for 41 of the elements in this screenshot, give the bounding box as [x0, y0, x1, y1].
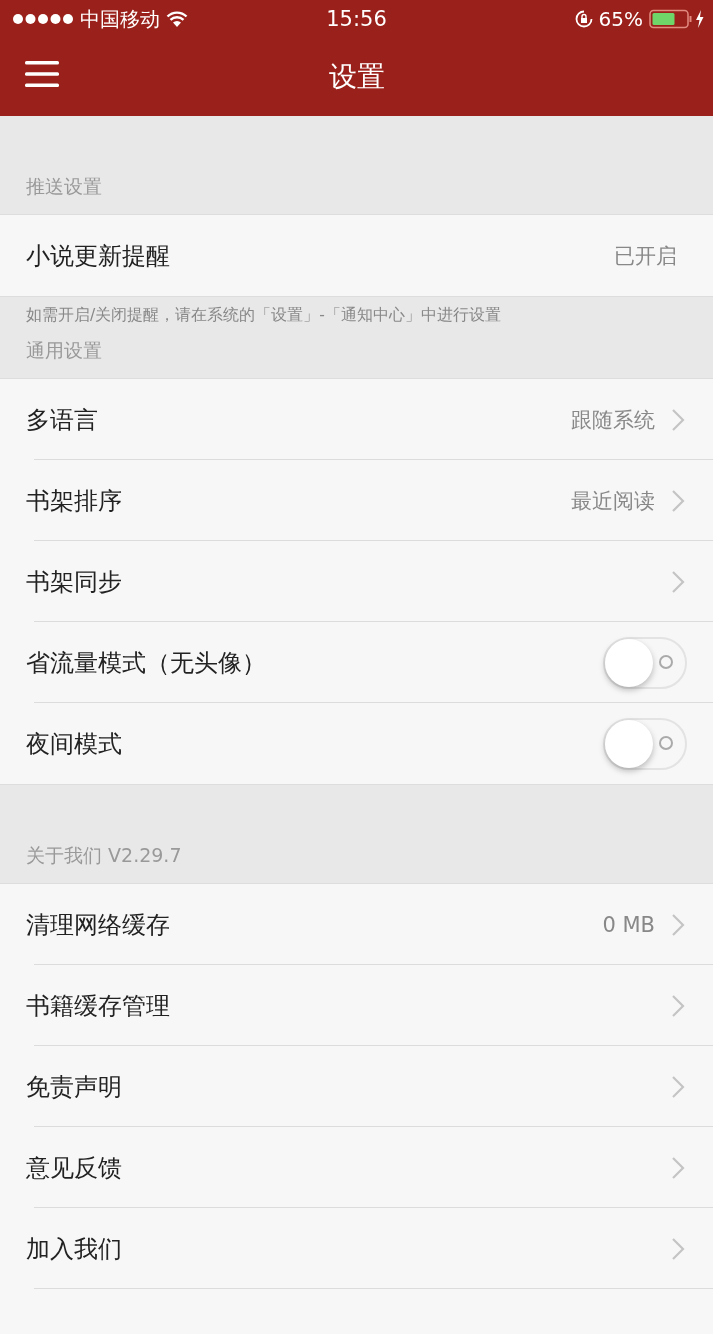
row-value: 跟随系统 [571, 406, 655, 434]
settings-row[interactable]: 书籍缓存管理 [0, 965, 713, 1046]
section-header: 关于我们 V2.29.7 [26, 844, 182, 866]
section-header: 推送设置 [26, 175, 102, 197]
settings-row[interactable]: 小说更新提醒 已开启 [0, 215, 713, 296]
row-value: 最近阅读 [571, 487, 655, 515]
row-label: 小说更新提醒 [26, 240, 171, 272]
settings-row[interactable]: 加入我们 [0, 1208, 713, 1289]
row-label: 省流量模式（无头像） [26, 647, 267, 679]
carrier-name: 中国移动 [80, 5, 160, 33]
battery-charging-icon [649, 9, 705, 29]
hint-text: 如需开启/关闭提醒，请在系统的「设置」-「通知中心」中进行设置 [26, 306, 501, 324]
row-label: 夜间模式 [26, 728, 123, 760]
page-title: 设置 [328, 59, 385, 95]
section-header: 通用设置 [26, 339, 102, 361]
row-label: 免责声明 [26, 1071, 123, 1103]
settings-row[interactable]: 清理网络缓存 0 MB [0, 884, 713, 965]
row-label: 意见反馈 [26, 1152, 123, 1184]
clock-time: 15:56 [326, 7, 387, 31]
row-label: 多语言 [26, 404, 99, 436]
settings-row[interactable]: 省流量模式（无头像） [0, 622, 713, 703]
settings-row[interactable]: 夜间模式 [0, 703, 713, 784]
signal-icon [12, 13, 74, 25]
row-label: 加入我们 [26, 1233, 123, 1265]
settings-row[interactable]: 书架排序 最近阅读 [0, 460, 713, 541]
toggle-switch[interactable] [603, 636, 687, 689]
settings-row[interactable]: 多语言 跟随系统 [0, 379, 713, 460]
battery-percent: 65% [598, 7, 643, 31]
toggle-switch[interactable] [603, 717, 687, 770]
wifi-icon [166, 11, 188, 27]
settings-row[interactable]: 意见反馈 [0, 1127, 713, 1208]
menu-button[interactable] [25, 60, 59, 88]
row-label: 书架同步 [26, 566, 123, 598]
row-value: 0 MB [602, 912, 655, 937]
rotation-lock-icon [574, 10, 593, 28]
settings-row[interactable]: 免责声明 [0, 1046, 713, 1127]
row-label: 书架排序 [26, 485, 123, 517]
row-value: 已开启 [614, 242, 677, 270]
row-label: 清理网络缓存 [26, 909, 171, 941]
row-label: 书籍缓存管理 [26, 990, 171, 1022]
settings-row[interactable]: 书架同步 [0, 541, 713, 622]
